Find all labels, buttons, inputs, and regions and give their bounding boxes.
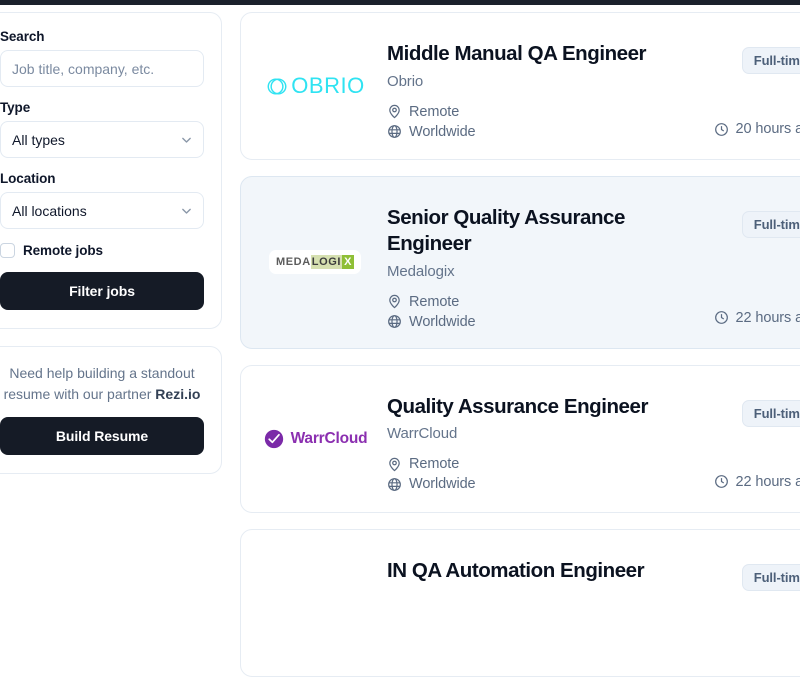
clock-icon: [714, 122, 728, 136]
job-posted: 22 hours ago: [714, 474, 800, 490]
job-company: Obrio: [387, 72, 424, 90]
job-card[interactable]: IN QA Automation Engineer Full-time: [240, 528, 800, 677]
job-posted-text: 20 hours ago: [735, 121, 800, 137]
type-select[interactable]: All types: [0, 121, 204, 158]
type-field-group: Type All types: [0, 100, 204, 158]
job-type-badge: Full-time: [741, 563, 800, 591]
job-company: Medalogix: [387, 262, 455, 280]
medalogix-logo-part1: MEDA: [275, 256, 311, 269]
medalogix-logo-part2: LOGI: [310, 255, 343, 270]
map-pin-icon: [389, 457, 400, 472]
globe-icon: [388, 478, 401, 491]
company-logo: [261, 548, 369, 658]
company-logo: OBRIO: [261, 31, 369, 141]
warrcloud-mark-icon: [264, 429, 283, 448]
type-select-wrapper[interactable]: All types: [0, 121, 204, 158]
globe-icon: [388, 315, 401, 329]
obrio-logo-text: OBRIO: [291, 73, 365, 98]
job-title[interactable]: IN QA Automation Engineer: [387, 558, 657, 584]
job-type-badge: Full-time: [741, 399, 800, 427]
job-location: Remote: [409, 103, 460, 120]
type-label: Type: [0, 100, 31, 115]
job-location-row: Remote: [387, 294, 800, 310]
job-location-row: Remote: [387, 456, 800, 472]
job-info: IN QA Automation Engineer: [387, 548, 800, 658]
clock-icon: [714, 311, 728, 325]
location-select[interactable]: All locations: [0, 192, 204, 229]
job-title[interactable]: Senior Quality Assurance Engineer: [387, 205, 657, 257]
remote-jobs-label: Remote jobs: [23, 243, 103, 258]
map-pin-icon: [389, 295, 400, 309]
job-type-badge: Full-time: [741, 211, 800, 238]
company-logo: WarrCloud: [261, 384, 369, 494]
clock-icon: [714, 475, 728, 489]
search-field-group: Search: [0, 29, 204, 87]
promo-partner-name: Rezi.io: [155, 385, 201, 402]
promo-text: Need help building a standout resume wit…: [0, 363, 204, 404]
warrcloud-logo-text: WarrCloud: [290, 429, 368, 447]
job-posted-text: 22 hours ago: [735, 309, 800, 326]
job-region: Worldwide: [409, 123, 476, 140]
warrcloud-logo: WarrCloud: [263, 428, 368, 450]
map-pin-icon: [389, 105, 400, 119]
location-label: Location: [0, 171, 56, 186]
search-label: Search: [0, 29, 45, 44]
job-posted: 22 hours ago: [714, 310, 800, 326]
remote-jobs-checkbox-row[interactable]: Remote jobs: [0, 243, 204, 258]
job-type-badge: Full-time: [741, 47, 800, 74]
filter-jobs-button[interactable]: Filter jobs: [0, 272, 204, 310]
resume-promo-panel: Need help building a standout resume wit…: [0, 346, 222, 475]
job-location-row: Remote: [387, 104, 800, 120]
job-board-page: Search Type All types Location All: [0, 5, 800, 677]
job-posted: 20 hours ago: [714, 121, 800, 137]
job-region: Worldwide: [409, 313, 476, 330]
job-title[interactable]: Quality Assurance Engineer: [387, 394, 657, 420]
obrio-logo: OBRIO: [265, 73, 364, 99]
remote-jobs-checkbox[interactable]: [0, 243, 15, 258]
globe-icon: [388, 125, 401, 139]
medalogix-logo-part3: X: [342, 255, 355, 270]
job-card[interactable]: OBRIO Middle Manual QA Engineer Obrio Re…: [240, 12, 800, 160]
job-results-list: OBRIO Middle Manual QA Engineer Obrio Re…: [240, 5, 800, 677]
build-resume-button[interactable]: Build Resume: [0, 417, 204, 456]
job-location: Remote: [409, 293, 460, 310]
job-title[interactable]: Middle Manual QA Engineer: [387, 41, 657, 67]
medalogix-logo: MEDA LOGI X: [268, 250, 362, 275]
filters-sidebar: Search Type All types Location All: [0, 5, 222, 600]
job-region: Worldwide: [409, 476, 476, 493]
job-posted-text: 22 hours ago: [735, 473, 800, 490]
company-logo: MEDA LOGI X: [261, 195, 369, 330]
search-input[interactable]: [0, 50, 204, 87]
job-company: WarrCloud: [387, 425, 458, 443]
job-card[interactable]: WarrCloud Quality Assurance Engineer War…: [240, 364, 800, 513]
job-card[interactable]: MEDA LOGI X Senior Quality Assurance Engin…: [240, 176, 800, 349]
location-field-group: Location All locations: [0, 171, 204, 229]
filter-panel: Search Type All types Location All: [0, 12, 222, 329]
location-select-wrapper[interactable]: All locations: [0, 192, 204, 229]
job-location: Remote: [409, 456, 460, 473]
